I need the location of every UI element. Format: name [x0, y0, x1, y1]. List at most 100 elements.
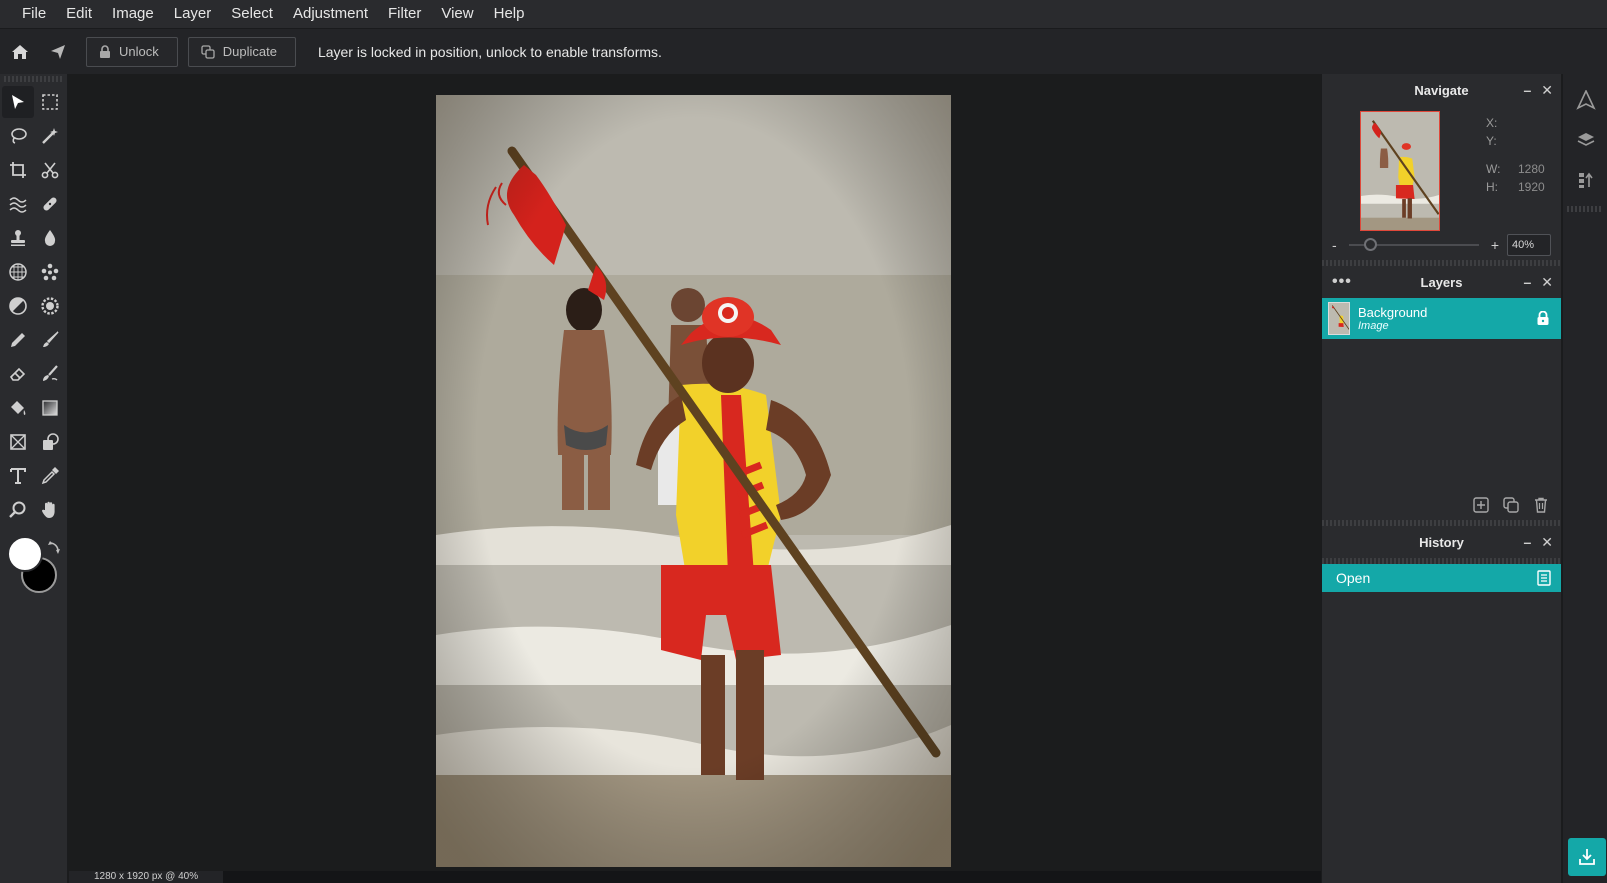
w-label: W: — [1486, 162, 1501, 176]
tool-pen[interactable] — [2, 324, 34, 356]
image-size-zoom-status: 1280 x 1920 px @ 40% — [69, 871, 224, 883]
minimize-icon[interactable]: – — [1523, 534, 1531, 550]
foreground-color-swatch[interactable] — [7, 536, 43, 572]
canvas-area[interactable]: 1280 x 1920 px @ 40% — [69, 74, 1321, 883]
tool-liquify[interactable] — [2, 188, 34, 220]
navigate-panel-header: Navigate – ✕ — [1322, 74, 1561, 106]
menu-help[interactable]: Help — [484, 0, 535, 28]
x-label: X: — [1486, 116, 1498, 130]
dots-cluster-icon — [41, 263, 59, 281]
tool-healing[interactable] — [34, 188, 66, 220]
tool-magic-wand[interactable] — [34, 120, 66, 152]
scissors-icon — [41, 162, 59, 179]
zoom-controls: - + 40% — [1322, 230, 1561, 260]
drop-icon — [44, 230, 56, 246]
brush-icon — [43, 331, 59, 347]
stamp-icon — [11, 230, 25, 246]
layer-name: Background — [1358, 305, 1428, 320]
tool-zoom[interactable] — [2, 494, 34, 526]
w-value: 1280 — [1518, 162, 1545, 176]
close-icon[interactable]: ✕ — [1541, 274, 1553, 291]
layer-item[interactable]: Background Image — [1322, 298, 1561, 339]
tool-shape[interactable] — [34, 426, 66, 458]
history-toggle-button[interactable] — [1563, 160, 1607, 200]
tool-text[interactable] — [2, 460, 34, 492]
wave-icon — [9, 197, 27, 213]
pencil-icon — [11, 333, 25, 347]
unlock-label: Unlock — [119, 44, 159, 59]
tool-smudge[interactable] — [34, 358, 66, 390]
h-label: H: — [1486, 180, 1498, 194]
layers-menu-icon[interactable]: ••• — [1332, 266, 1352, 298]
eraser-icon — [9, 367, 26, 381]
tools-panel — [0, 74, 68, 883]
tool-frame[interactable] — [2, 426, 34, 458]
layer-names: Background Image — [1358, 305, 1427, 332]
tool-stamp[interactable] — [2, 222, 34, 254]
app-window: File Edit Image Layer Select Adjustment … — [0, 0, 1607, 883]
tool-crop[interactable] — [2, 154, 34, 186]
paint-bucket-icon — [11, 401, 26, 415]
layers-title: Layers — [1420, 274, 1463, 290]
shapes-icon — [43, 433, 59, 450]
minimize-icon[interactable]: – — [1523, 274, 1531, 290]
tool-fill[interactable] — [2, 392, 34, 424]
tool-gradient[interactable] — [34, 392, 66, 424]
layer-thumbnail-image — [1329, 303, 1349, 334]
tool-grid — [0, 86, 67, 526]
unlock-button[interactable]: Unlock — [86, 36, 178, 67]
zoom-slider[interactable] — [1348, 238, 1479, 251]
tool-eraser[interactable] — [2, 358, 34, 390]
tool-lasso[interactable] — [2, 120, 34, 152]
tool-brush[interactable] — [34, 324, 66, 356]
close-icon[interactable]: ✕ — [1541, 82, 1553, 99]
toolbar-grip[interactable] — [4, 76, 63, 82]
menu-edit[interactable]: Edit — [56, 0, 102, 28]
tool-eyedropper[interactable] — [34, 460, 66, 492]
delete-layer-icon[interactable] — [1533, 497, 1549, 513]
navigate-toggle-button[interactable] — [1563, 80, 1607, 120]
home-button[interactable] — [2, 34, 38, 70]
tool-move[interactable] — [2, 86, 34, 118]
canvas-image[interactable] — [436, 95, 951, 867]
zoom-input[interactable]: 40% — [1507, 234, 1551, 256]
tool-spot[interactable] — [34, 256, 66, 288]
swap-colors-icon[interactable] — [46, 540, 62, 556]
duplicate-layer-icon[interactable] — [1503, 497, 1519, 513]
magnifier-icon — [9, 501, 26, 518]
duplicate-icon — [201, 44, 215, 59]
history-list-icon — [1578, 172, 1593, 188]
zoom-in-button[interactable]: + — [1491, 237, 1499, 253]
tool-blur[interactable] — [34, 222, 66, 254]
navigate-title: Navigate — [1414, 82, 1469, 98]
menu-adjustment[interactable]: Adjustment — [283, 0, 378, 28]
zoom-slider-handle[interactable] — [1364, 238, 1378, 251]
tool-marquee[interactable] — [34, 86, 66, 118]
history-item[interactable]: Open — [1322, 564, 1561, 592]
menu-filter[interactable]: Filter — [378, 0, 431, 28]
zoom-out-button[interactable]: - — [1332, 237, 1337, 253]
export-button[interactable] — [1568, 838, 1606, 876]
tool-sphere[interactable] — [2, 256, 34, 288]
layers-toggle-button[interactable] — [1563, 120, 1607, 160]
add-layer-icon[interactable] — [1473, 497, 1489, 513]
text-icon — [10, 468, 26, 484]
menu-view[interactable]: View — [431, 0, 483, 28]
navigator-thumbnail[interactable] — [1360, 111, 1440, 231]
magic-wand-icon — [42, 128, 58, 144]
menu-layer[interactable]: Layer — [164, 0, 222, 28]
minimize-icon[interactable]: – — [1523, 82, 1531, 98]
menu-select[interactable]: Select — [221, 0, 283, 28]
tool-hand[interactable] — [34, 494, 66, 526]
history-title: History — [1419, 534, 1464, 550]
tool-sharpen[interactable] — [34, 290, 66, 322]
tool-dodge[interactable] — [2, 290, 34, 322]
layer-locked-message: Layer is locked in position, unlock to e… — [317, 43, 662, 60]
right-panels: Navigate – ✕ X: Y: W: 1280 H: 1920 - + 4… — [1321, 74, 1561, 883]
menu-file[interactable]: File — [12, 0, 56, 28]
layer-lock-icon[interactable] — [1537, 311, 1549, 325]
menu-image[interactable]: Image — [102, 0, 164, 28]
duplicate-button[interactable]: Duplicate — [187, 36, 296, 67]
tool-scissors[interactable] — [34, 154, 66, 186]
close-icon[interactable]: ✕ — [1541, 534, 1553, 551]
